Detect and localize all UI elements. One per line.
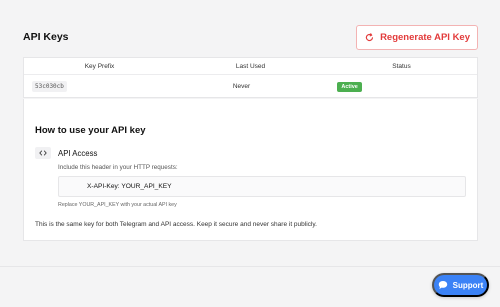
chat-bubble-icon <box>438 281 447 289</box>
page-header: API Keys Regenerate API Key <box>23 24 478 50</box>
last-used-cell: Never <box>232 83 251 90</box>
column-header-last-used: Last Used <box>235 62 266 70</box>
header-example-text: X-API-Key: YOUR_API_KEY <box>87 183 172 190</box>
api-access-title: API Access <box>58 149 98 158</box>
api-keys-table: Key Prefix Last Used Status 53c030cb Nev… <box>23 57 478 98</box>
same-key-note: This is the same key for both Telegram a… <box>35 221 317 228</box>
divider <box>0 266 500 267</box>
table-row: 53c030cb Never Active <box>24 75 477 98</box>
column-header-status: Status <box>392 62 411 70</box>
regenerate-label: Regenerate API Key <box>380 31 470 43</box>
status-cell: Active <box>311 81 477 92</box>
refresh-icon <box>365 32 374 41</box>
column-header-key-prefix: Key Prefix <box>84 62 115 70</box>
page-title: API Keys <box>23 31 69 43</box>
code-icon <box>35 147 51 159</box>
table-header: Key Prefix Last Used Status <box>24 58 477 75</box>
status-badge: Active <box>337 81 362 92</box>
support-label: Support <box>452 280 484 290</box>
regenerate-api-key-button[interactable]: Regenerate API Key <box>356 24 478 50</box>
header-example-box[interactable]: X-API-Key: YOUR_API_KEY <box>58 176 466 197</box>
key-prefix-cell: 53c030cb <box>24 81 172 92</box>
replace-note: Replace YOUR_API_KEY with your actual AP… <box>58 202 177 208</box>
api-access-description: Include this header in your HTTP request… <box>58 164 178 171</box>
key-prefix-value: 53c030cb <box>32 81 67 92</box>
howto-title: How to use your API key <box>35 125 146 136</box>
howto-card: How to use your API key API Access Inclu… <box>23 99 478 241</box>
support-button[interactable]: Support <box>432 273 489 297</box>
